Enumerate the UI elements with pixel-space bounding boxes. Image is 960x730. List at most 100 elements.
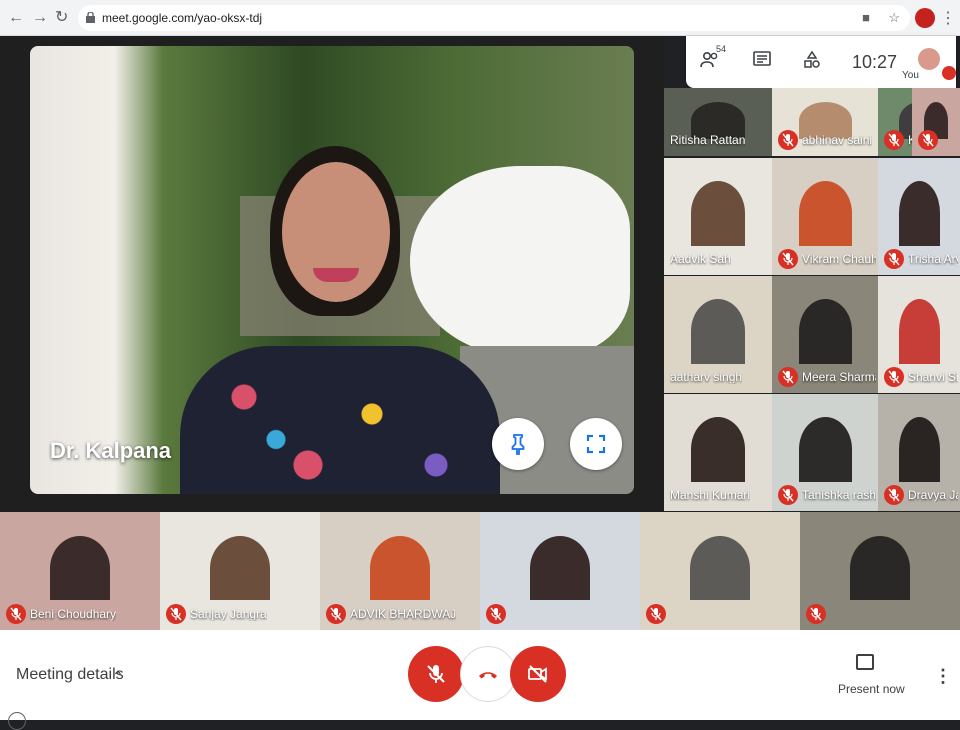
grid-tile[interactable]: Meera Sharma <box>772 276 878 393</box>
participant-name: Manshi Kumari <box>670 488 751 502</box>
browser-menu-icon[interactable]: ⋮ <box>940 8 956 28</box>
more-options-icon[interactable]: ⋮ <box>934 666 952 687</box>
present-screen-icon[interactable] <box>856 654 874 670</box>
participant-name: Dravya Jain <box>908 488 958 502</box>
participant-name: Vikram Chauh... <box>802 252 876 266</box>
participant-figure <box>798 417 852 482</box>
pin-button[interactable] <box>492 418 544 470</box>
participant-name: Tanishka rashi... <box>802 488 876 502</box>
url-text: meet.google.com/yao-oksx-tdj <box>102 11 263 25</box>
grid-tile[interactable]: aatharv singh <box>664 276 772 393</box>
participant-figure <box>691 299 745 364</box>
participant-name: Shanvi Singh <box>908 370 958 384</box>
camera-toggle[interactable] <box>510 646 566 702</box>
muted-mic-icon <box>884 130 904 150</box>
participant-name: Aadvik Sah <box>670 252 731 266</box>
strip-tile[interactable] <box>640 512 800 630</box>
participant-name: ADVIK BHARDWAJ <box>350 607 457 621</box>
fullscreen-button[interactable] <box>570 418 622 470</box>
participant-figure <box>690 535 750 601</box>
chat-icon[interactable] <box>752 50 772 70</box>
info-icon <box>8 712 26 730</box>
chevron-up-icon[interactable]: ⌃ <box>112 668 124 685</box>
speaker-smile <box>313 268 359 282</box>
meeting-clock: 10:27 <box>852 52 898 72</box>
participant-figure <box>898 181 940 246</box>
participant-figure <box>691 181 745 246</box>
participant-figure <box>850 535 910 601</box>
muted-mic-icon <box>166 604 186 624</box>
muted-mic-icon <box>918 130 938 150</box>
participant-figure <box>798 181 852 246</box>
participant-figure <box>210 535 270 601</box>
grid-tile[interactable]: Dravya Jain <box>878 394 960 511</box>
microphone-toggle[interactable] <box>408 646 464 702</box>
back-icon[interactable]: ← <box>8 9 24 27</box>
bookmark-star-icon[interactable]: ☆ <box>888 10 900 26</box>
lock-icon <box>86 12 95 23</box>
hang-up-icon <box>479 672 497 679</box>
grid-tile[interactable]: Shanvi Singh <box>878 276 960 393</box>
camera-in-use-icon[interactable]: ■ <box>862 10 870 25</box>
muted-mic-icon <box>646 604 666 624</box>
muted-mic-icon <box>6 604 26 624</box>
reload-icon[interactable]: ↻ <box>55 9 68 27</box>
grid-tile[interactable]: Ritisha Rattan <box>664 88 772 156</box>
strip-tile[interactable]: Beni Choudhary <box>0 512 160 630</box>
participant-figure <box>898 299 940 364</box>
activities-icon[interactable] <box>802 50 822 70</box>
pin-icon <box>511 434 525 455</box>
forward-icon[interactable]: → <box>32 9 48 27</box>
participant-name: Trisha Arya <box>908 252 958 266</box>
muted-mic-icon <box>486 604 506 624</box>
muted-mic-icon <box>778 249 798 269</box>
speaker-shirt <box>180 346 500 494</box>
profile-avatar[interactable] <box>915 8 935 28</box>
participant-figure <box>50 535 110 601</box>
strip-tile[interactable]: ADVIK BHARDWAJ <box>320 512 480 630</box>
browser-toolbar: ← → ↻ meet.google.com/yao-oksx-tdj ■ ☆ ⋮ <box>0 0 960 36</box>
muted-mic-icon <box>884 249 904 269</box>
main-stage: Dr. Kalpana <box>0 36 664 512</box>
meeting-top-controls: 54 10:27 You <box>686 36 956 88</box>
grid-tile[interactable]: Vikram Chauh... <box>772 158 878 275</box>
muted-mic-icon <box>326 604 346 624</box>
you-label: You <box>902 70 919 81</box>
speaker-video: Dr. Kalpana <box>30 46 634 494</box>
muted-mic-icon <box>806 604 826 624</box>
meeting-details-button[interactable]: Meeting details <box>16 666 124 684</box>
strip-tile[interactable] <box>800 512 960 630</box>
fullscreen-icon <box>586 434 606 454</box>
grid-tile[interactable]: abhinav saini <box>772 88 878 156</box>
grid-tile[interactable]: Aadvik Sah <box>664 158 772 275</box>
mic-off-icon <box>427 665 445 683</box>
self-avatar <box>918 48 940 70</box>
grid-tile[interactable]: Manshi Kumari <box>664 394 772 511</box>
grid-tile[interactable]: Trisha Arya <box>878 158 960 275</box>
bottom-control-bar: Meeting details ⌃ Present now ⋮ <box>0 630 960 730</box>
participant-figure <box>370 535 430 601</box>
grid-tile[interactable] <box>912 88 960 156</box>
muted-mic-icon <box>778 130 798 150</box>
camera-off-icon <box>528 665 547 683</box>
speaker-person <box>170 126 500 494</box>
present-now-button[interactable]: Present now <box>838 682 905 696</box>
muted-mic-icon <box>884 485 904 505</box>
participant-figure <box>691 417 745 482</box>
leave-call-button[interactable] <box>460 646 516 702</box>
muted-mic-icon <box>778 367 798 387</box>
participant-figure <box>898 417 940 482</box>
participant-name: aatharv singh <box>670 370 743 384</box>
address-bar[interactable]: meet.google.com/yao-oksx-tdj ■ ☆ <box>78 5 910 31</box>
participant-figure <box>530 535 590 601</box>
speaker-name: Dr. Kalpana <box>50 438 172 463</box>
muted-mic-icon <box>778 485 798 505</box>
muted-mic-icon <box>884 367 904 387</box>
participant-count: 54 <box>716 44 727 54</box>
participant-name: Beni Choudhary <box>30 607 117 621</box>
strip-tile[interactable]: Sanjay Jangra <box>160 512 320 630</box>
self-muted-icon <box>942 66 956 80</box>
participant-figure <box>798 299 852 364</box>
strip-tile[interactable] <box>480 512 640 630</box>
grid-tile[interactable]: Tanishka rashi... <box>772 394 878 511</box>
